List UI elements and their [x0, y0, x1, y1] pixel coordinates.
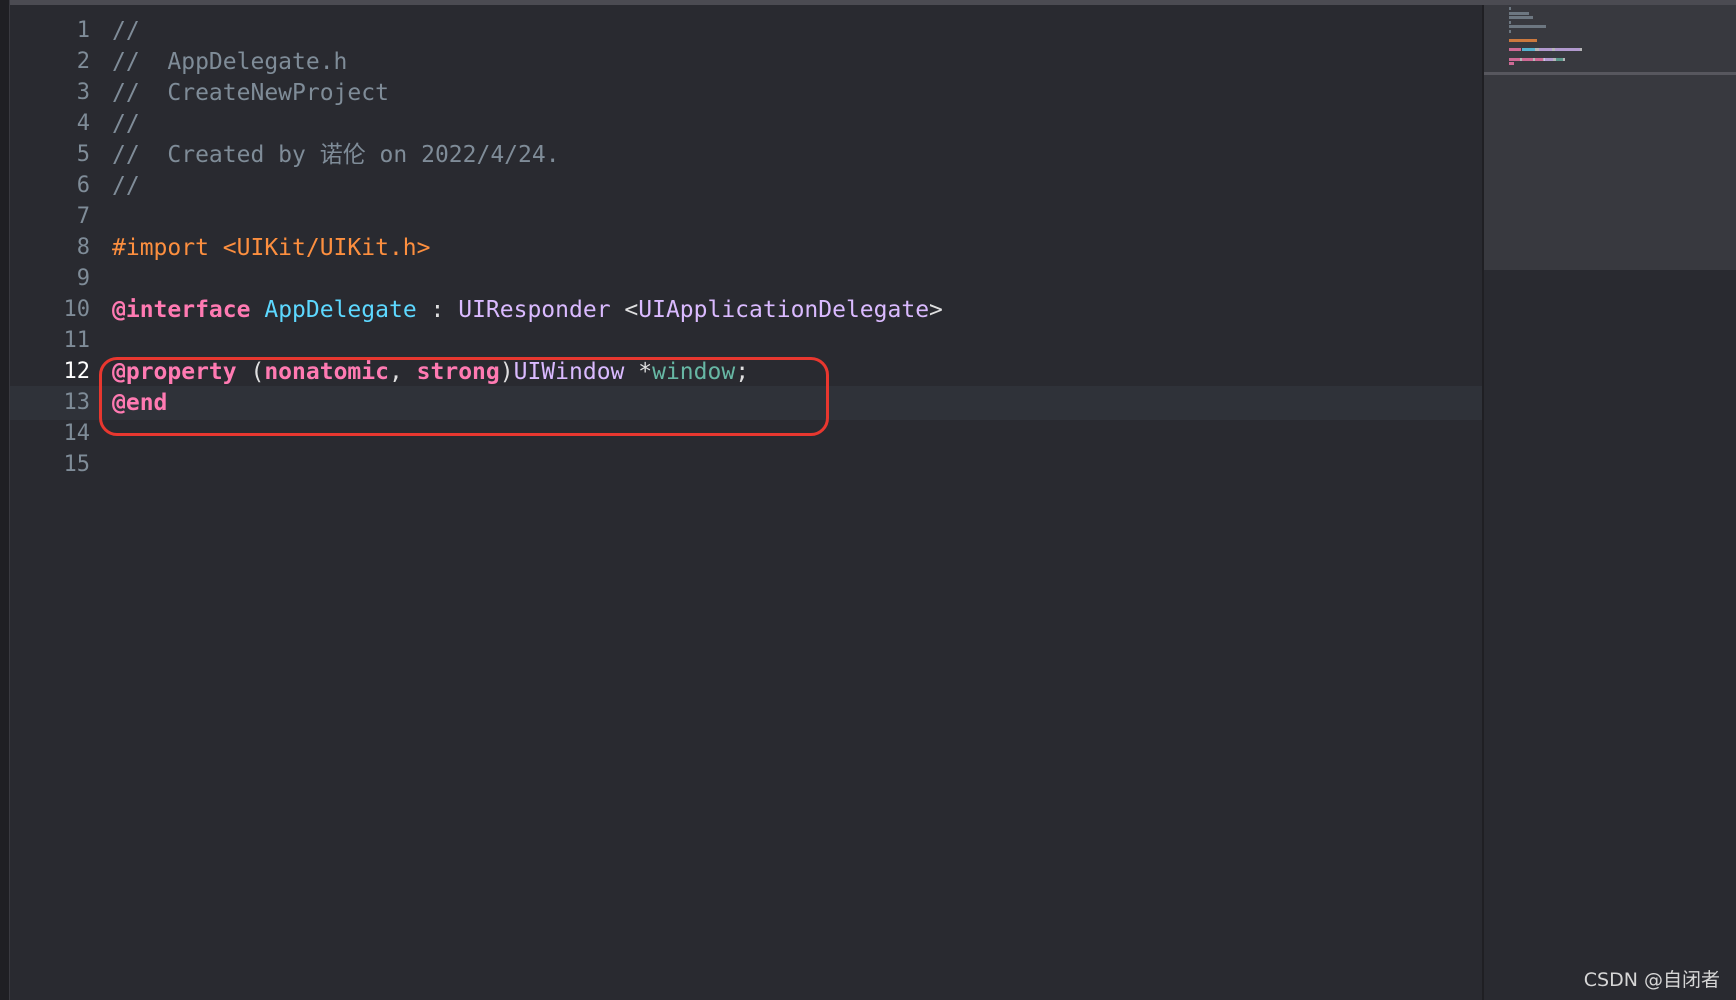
minimap-token-bar — [1509, 48, 1521, 52]
code-line[interactable]: #import <UIKit/UIKit.h> — [112, 231, 431, 265]
line-number-gutter[interactable]: 1 2 3 4 5 6 7 8 9 10 11 12 13 14 15 — [10, 5, 91, 1000]
code-token-comment: // AppDelegate.h — [112, 49, 348, 75]
code-token-type-name: UIApplicationDelegate — [638, 297, 930, 323]
line-number: 6 — [76, 173, 90, 198]
minimap-token-bar — [1509, 7, 1512, 10]
line-number: 4 — [76, 111, 90, 136]
line-number: 10 — [63, 297, 91, 322]
code-editor[interactable]: 1 2 3 4 5 6 7 8 9 10 11 12 13 14 15 //// AppDelegate.h… — [0, 0, 1736, 1000]
line-number: 2 — [76, 49, 90, 74]
csdn-watermark: CSDN @自闭者 — [1583, 969, 1720, 991]
code-line[interactable]: // — [112, 169, 140, 203]
code-token-comment: // — [112, 18, 140, 44]
line-number: 9 — [76, 266, 90, 291]
line-number: 8 — [76, 235, 90, 260]
code-line[interactable]: // AppDelegate.h — [112, 45, 347, 79]
line-number: 14 — [63, 421, 91, 446]
code-token-plain: : — [416, 297, 459, 323]
code-line[interactable]: // CreateNewProject — [112, 76, 389, 110]
line-number: 3 — [76, 80, 90, 105]
minimap-token-bar — [1509, 25, 1547, 29]
code-line[interactable]: // — [112, 14, 140, 48]
minimap-token-bar — [1522, 57, 1533, 61]
line-number: 7 — [76, 204, 90, 229]
minimap-token-bar — [1509, 30, 1512, 33]
code-token-keyword: @interface — [112, 297, 251, 323]
minimap-token-bar — [1509, 11, 1530, 15]
minimap-token-bar — [1563, 57, 1565, 61]
code-token-class-decl: AppDelegate — [264, 297, 417, 323]
minimap-token-bar — [1509, 57, 1520, 61]
minimap-token-bar — [1535, 57, 1543, 61]
line-number: 5 — [76, 142, 90, 167]
code-token-plain: > — [929, 297, 943, 323]
minimap-token-bar — [1509, 62, 1514, 66]
minimap-token-bar — [1509, 16, 1533, 20]
minimap-token-bar — [1579, 48, 1582, 52]
line-number: 13 — [63, 390, 91, 415]
minimap-token-bar — [1539, 48, 1553, 52]
minimap-token-bar — [1554, 48, 1580, 52]
minimap-viewport[interactable] — [1484, 5, 1736, 270]
minimap[interactable] — [1484, 5, 1736, 1000]
line-number: 1 — [76, 18, 90, 43]
window-left-edge — [0, 0, 10, 1000]
code-token-plain: < — [610, 297, 639, 323]
line-number: 12 — [63, 359, 91, 384]
code-line[interactable]: @interface AppDelegate : UIResponder <UI… — [112, 293, 943, 327]
minimap-token-bar — [1555, 57, 1563, 61]
code-token-comment: // Created by 诺伦 on 2022/4/24. — [112, 142, 560, 168]
code-token-comment: // CreateNewProject — [112, 80, 389, 106]
code-token-type-name: UIResponder — [458, 297, 611, 323]
line-number: 11 — [63, 328, 91, 353]
code-line[interactable]: // Created by 诺伦 on 2022/4/24. — [112, 138, 560, 172]
code-token-preproc: #import <UIKit/UIKit.h> — [112, 235, 431, 261]
code-line[interactable]: // — [112, 107, 140, 141]
minimap-token-bar — [1509, 39, 1537, 43]
code-token-comment: // — [112, 111, 140, 137]
code-text-area[interactable]: // // AppDelegate.h // CreateNewProject // /… — [112, 5, 1482, 1000]
minimap-token-bar — [1522, 48, 1536, 52]
annotation-highlight-box — [99, 357, 829, 436]
minimap-token-bar — [1509, 20, 1512, 24]
line-number: 15 — [63, 452, 91, 477]
minimap-current-line — [1484, 72, 1736, 75]
code-token-comment: // — [112, 173, 140, 199]
minimap-token-bar — [1543, 57, 1554, 61]
